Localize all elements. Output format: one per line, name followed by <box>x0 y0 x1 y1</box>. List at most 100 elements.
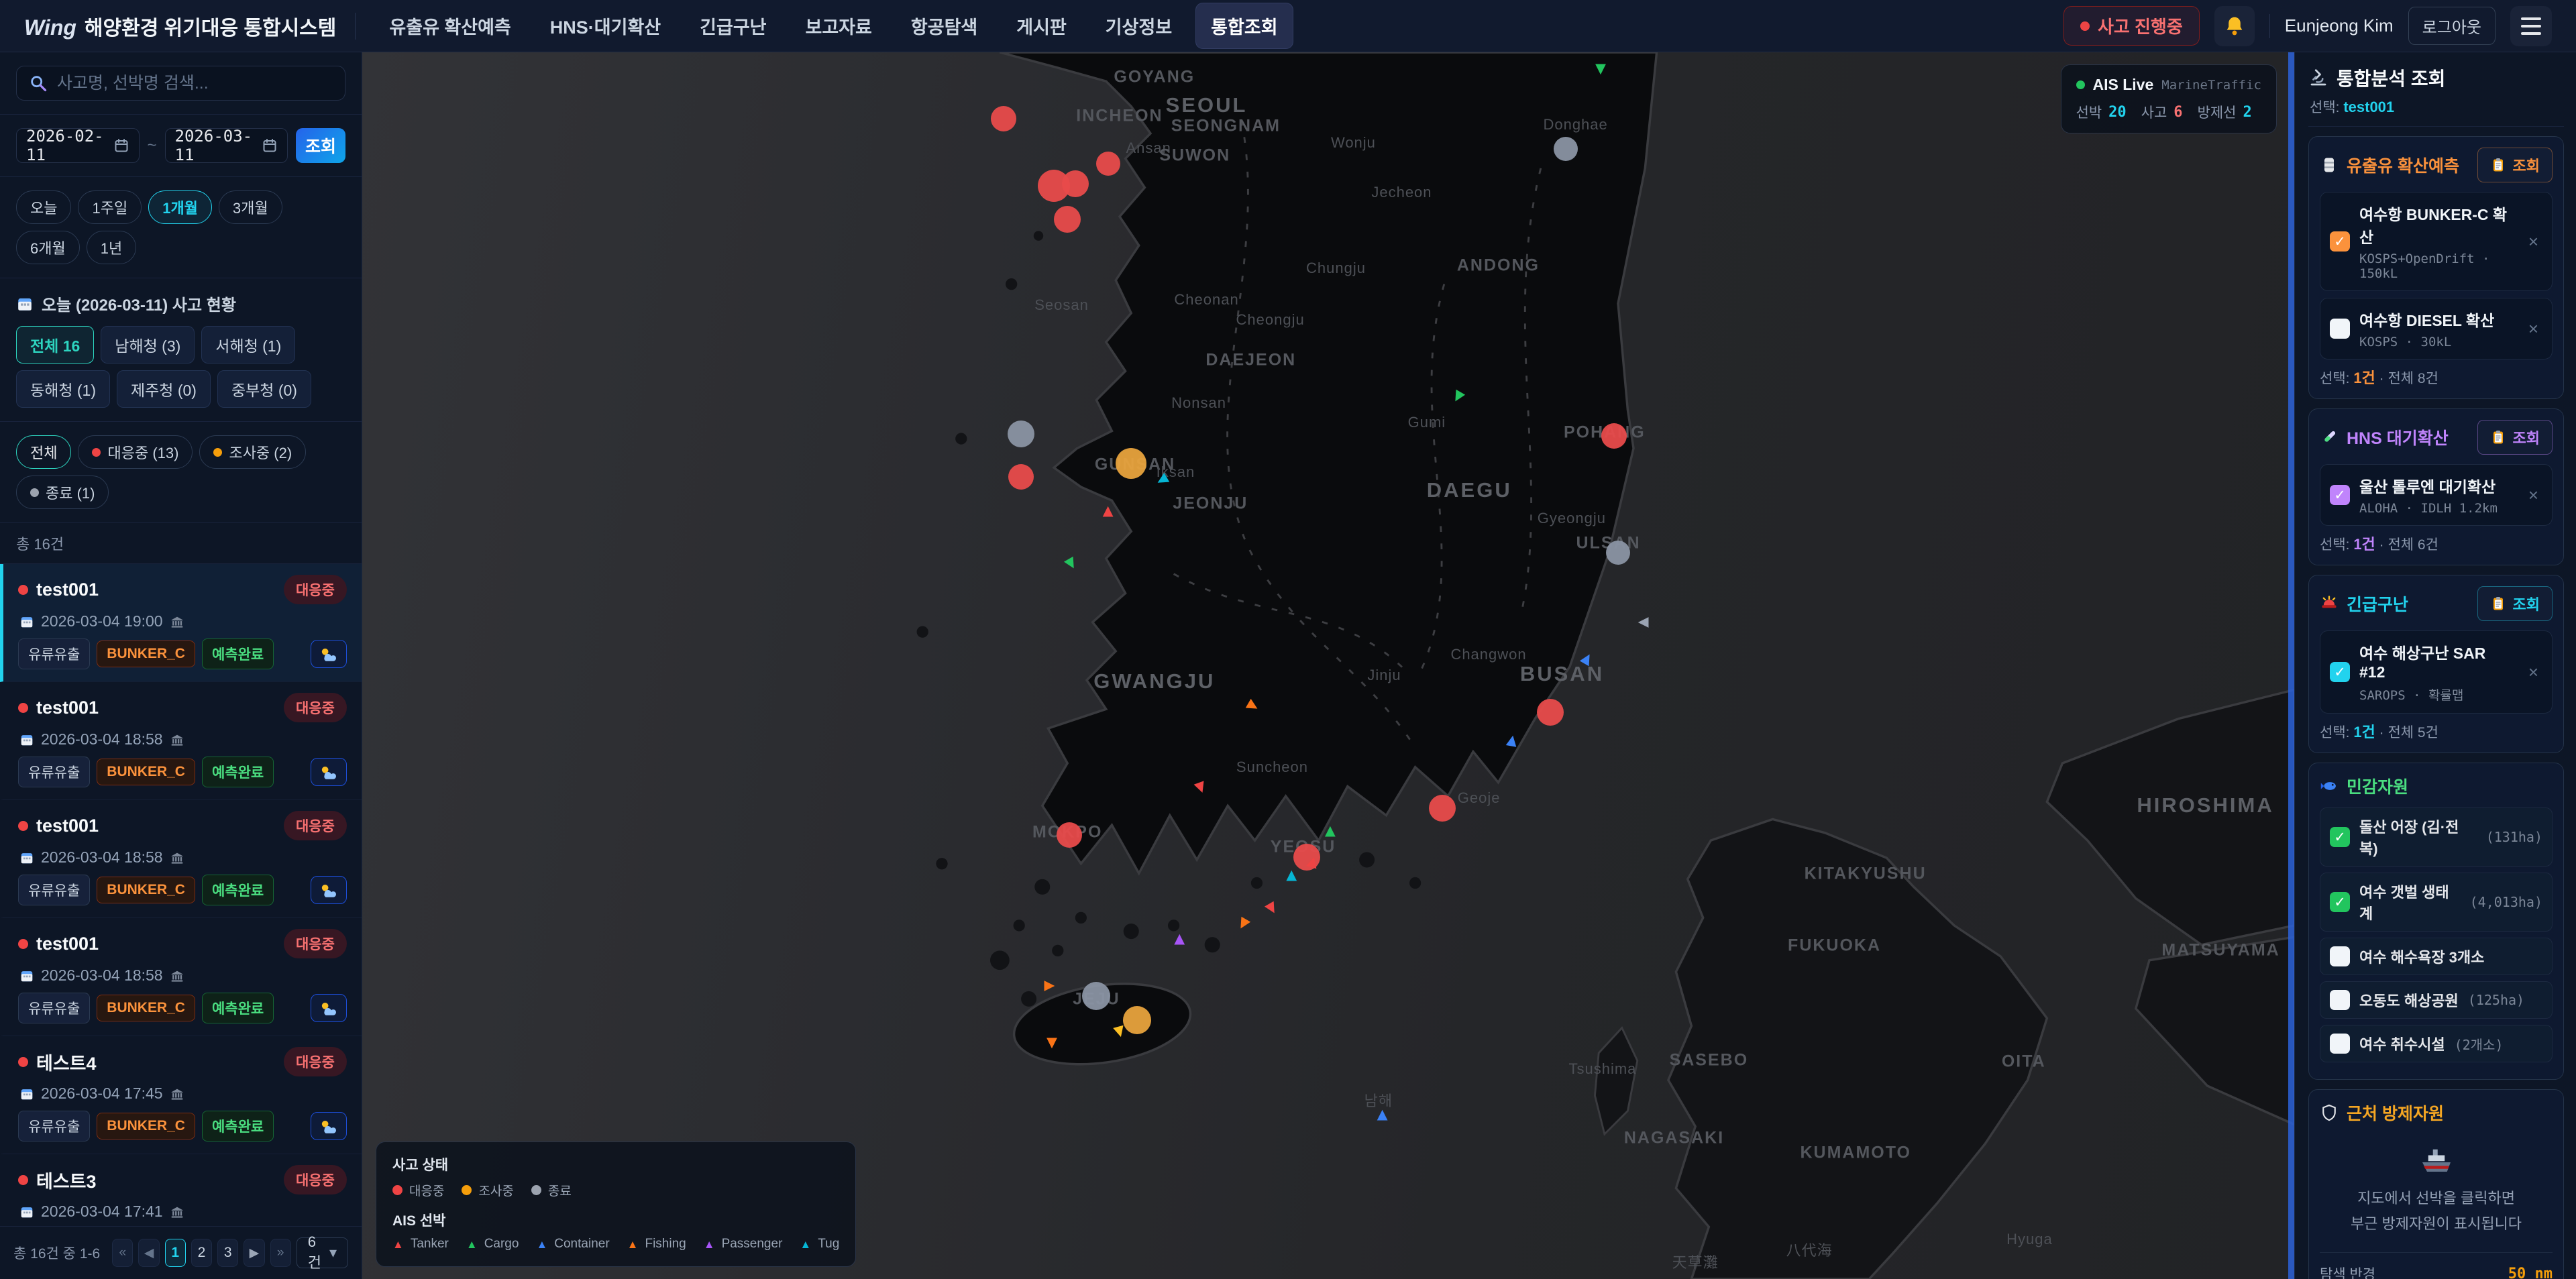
close-icon[interactable]: × <box>2524 485 2542 506</box>
per-page-select[interactable]: 6건 ▾ <box>297 1237 348 1268</box>
unchecked-checkbox[interactable] <box>2330 946 2350 966</box>
shield-icon <box>2320 1103 2339 1122</box>
region-filter-button[interactable]: 전체 16 <box>16 326 94 364</box>
region-filter-button[interactable]: 동해청 (1) <box>16 370 110 408</box>
weather-button[interactable] <box>311 876 347 904</box>
incident-marker[interactable] <box>1008 421 1034 447</box>
checked-checkbox[interactable]: ✓ <box>2330 827 2350 847</box>
first-page-button[interactable]: « <box>112 1239 133 1267</box>
range-chip-1개월[interactable]: 1개월 <box>148 190 212 224</box>
last-page-button[interactable]: » <box>270 1239 291 1267</box>
nav-item-통합조회[interactable]: 통합조회 <box>1196 3 1292 48</box>
query-button-oil[interactable]: 조회 <box>2477 148 2553 182</box>
nav-item-긴급구난[interactable]: 긴급구난 <box>685 3 781 48</box>
incident-card[interactable]: 테스트4대응중2026-03-04 17:45유류유출BUNKER_C예측완료 <box>0 1036 362 1154</box>
nav-item-보고자료[interactable]: 보고자료 <box>791 3 887 48</box>
page-button-3[interactable]: 3 <box>217 1239 238 1267</box>
unchecked-checkbox[interactable] <box>2330 319 2350 339</box>
incident-marker[interactable] <box>1082 982 1110 1010</box>
menu-button[interactable] <box>2510 6 2552 46</box>
clipboard-icon <box>2490 157 2506 173</box>
incident-active-pill[interactable]: 사고 진행중 <box>2063 6 2200 46</box>
sensitive-resource-row[interactable]: 오동도 해상공원(125ha) <box>2320 981 2553 1019</box>
sensitive-resource-row[interactable]: ✓여수 갯벌 생태계(4,013ha) <box>2320 873 2553 932</box>
range-chip-3개월[interactable]: 3개월 <box>219 190 282 224</box>
status-filter-chip[interactable]: 전체 <box>16 435 71 469</box>
status-dot-icon <box>213 448 222 457</box>
analysis-item[interactable]: ✓여수 해상구난 SAR #12SAROPS · 확률맵× <box>2320 630 2553 714</box>
sensitive-resource-row[interactable]: ✓돌산 어장 (김·전복)(131ha) <box>2320 808 2553 867</box>
weather-button[interactable] <box>311 1112 347 1140</box>
map-scrollbar[interactable] <box>2288 52 2294 1279</box>
incident-marker[interactable] <box>1062 170 1089 197</box>
prev-page-button[interactable]: ◀ <box>138 1239 159 1267</box>
weather-button[interactable] <box>311 640 347 668</box>
status-filter-chip[interactable]: 종료 (1) <box>16 476 109 509</box>
close-icon[interactable]: × <box>2524 319 2542 339</box>
incident-marker[interactable] <box>1429 795 1456 822</box>
nav-item-항공탐색[interactable]: 항공탐색 <box>896 3 992 48</box>
incident-time: 2026-03-04 19:00 <box>41 612 163 630</box>
incident-card[interactable]: test001대응중2026-03-04 19:00유류유출BUNKER_C예측… <box>0 564 362 682</box>
analysis-item[interactable]: 여수항 DIESEL 확산KOSPS · 30kL× <box>2320 298 2553 359</box>
status-filter-chip[interactable]: 대응중 (13) <box>78 435 193 469</box>
next-page-button[interactable]: ▶ <box>244 1239 264 1267</box>
nav-item-기상정보[interactable]: 기상정보 <box>1091 3 1187 48</box>
checked-checkbox[interactable]: ✓ <box>2330 892 2350 912</box>
region-filter-button[interactable]: 제주청 (0) <box>117 370 211 408</box>
incident-marker[interactable] <box>1293 844 1320 871</box>
query-button-hns[interactable]: 조회 <box>2477 420 2553 455</box>
incident-marker[interactable] <box>1601 423 1627 449</box>
checked-checkbox[interactable]: ✓ <box>2330 662 2350 682</box>
logout-button[interactable]: 로그아웃 <box>2408 7 2496 45</box>
incident-card[interactable]: test001대응중2026-03-04 18:58유류유출BUNKER_C예측… <box>0 800 362 918</box>
search-input[interactable] <box>57 74 333 93</box>
date-to-input[interactable]: 2026-03-11 <box>165 128 288 163</box>
region-filter-button[interactable]: 중부청 (0) <box>217 370 311 408</box>
notifications-button[interactable] <box>2214 6 2255 46</box>
incident-marker[interactable] <box>1008 464 1034 490</box>
incident-marker[interactable] <box>1116 448 1146 479</box>
region-filter-button[interactable]: 남해청 (3) <box>101 326 195 364</box>
sensitive-resource-row[interactable]: 여수 해수욕장 3개소 <box>2320 938 2553 975</box>
range-chip-오늘[interactable]: 오늘 <box>16 190 71 224</box>
analysis-item[interactable]: ✓여수항 BUNKER-C 확산KOSPS+OpenDrift · 150kL× <box>2320 192 2553 291</box>
weather-button[interactable] <box>311 758 347 786</box>
incident-marker[interactable] <box>1554 137 1578 161</box>
query-button[interactable]: 조회 <box>296 128 345 163</box>
page-button-2[interactable]: 2 <box>191 1239 212 1267</box>
incident-card[interactable]: 테스트3대응중2026-03-04 17:41유류유출BUNKER_C예측완료 <box>0 1154 362 1226</box>
incident-card[interactable]: test001대응중2026-03-04 18:58유류유출BUNKER_C예측… <box>0 918 362 1036</box>
unchecked-checkbox[interactable] <box>2330 990 2350 1010</box>
region-filter-button[interactable]: 서해청 (1) <box>201 326 295 364</box>
incident-marker[interactable] <box>1537 699 1564 726</box>
status-filter-chip[interactable]: 조사중 (2) <box>199 435 306 469</box>
close-icon[interactable]: × <box>2524 231 2542 252</box>
sensitive-resource-row[interactable]: 여수 취수시설(2개소) <box>2320 1025 2553 1062</box>
close-icon[interactable]: × <box>2524 662 2542 683</box>
unchecked-checkbox[interactable] <box>2330 1034 2350 1054</box>
range-chip-1주일[interactable]: 1주일 <box>78 190 142 224</box>
incident-marker[interactable] <box>991 106 1016 131</box>
incident-tag: 예측완료 <box>202 638 274 669</box>
checked-checkbox[interactable]: ✓ <box>2330 485 2350 505</box>
incident-marker[interactable] <box>1054 206 1081 233</box>
incident-marker[interactable] <box>1606 541 1630 565</box>
query-button-sar[interactable]: 조회 <box>2477 586 2553 621</box>
incident-card[interactable]: test001대응중2026-03-04 18:58유류유출BUNKER_C예측… <box>0 682 362 800</box>
incident-marker[interactable] <box>1096 152 1120 176</box>
nav-item-HNS·대기확산[interactable]: HNS·대기확산 <box>535 3 676 48</box>
incident-marker[interactable] <box>1057 822 1082 848</box>
agency-icon <box>170 1087 184 1101</box>
nav-item-게시판[interactable]: 게시판 <box>1002 3 1081 48</box>
weather-button[interactable] <box>311 994 347 1022</box>
nav-item-유출유 확산예측[interactable]: 유출유 확산예측 <box>374 3 525 48</box>
analysis-item[interactable]: ✓울산 톨루엔 대기확산ALOHA · IDLH 1.2km× <box>2320 464 2553 526</box>
range-chip-1년[interactable]: 1년 <box>87 231 136 264</box>
incident-marker[interactable] <box>1123 1006 1151 1034</box>
checked-checkbox[interactable]: ✓ <box>2330 231 2350 252</box>
page-button-1[interactable]: 1 <box>165 1239 186 1267</box>
range-chip-6개월[interactable]: 6개월 <box>16 231 80 264</box>
map-canvas[interactable]: GOYANGSEOULINCHEONSEONGNAMAnsanSUWONWonj… <box>362 52 2294 1279</box>
date-from-input[interactable]: 2026-02-11 <box>16 128 140 163</box>
